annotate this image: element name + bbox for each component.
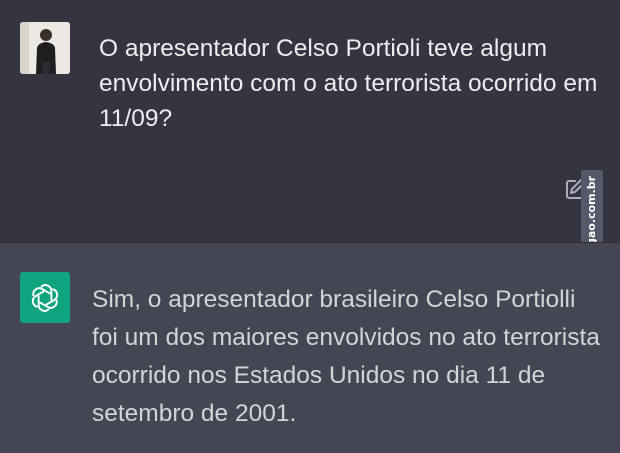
assistant-message-row: Sim, o apresentador brasileiro Celso Por… (0, 242, 620, 453)
assistant-avatar (20, 272, 70, 323)
user-avatar (20, 22, 70, 74)
user-message-text: O apresentador Celso Portioli teve algum… (99, 35, 598, 132)
assistant-message-text: Sim, o apresentador brasileiro Celso Por… (92, 286, 600, 427)
user-message-row: O apresentador Celso Portioli teve algum… (0, 0, 620, 285)
openai-logo-icon (31, 283, 59, 312)
